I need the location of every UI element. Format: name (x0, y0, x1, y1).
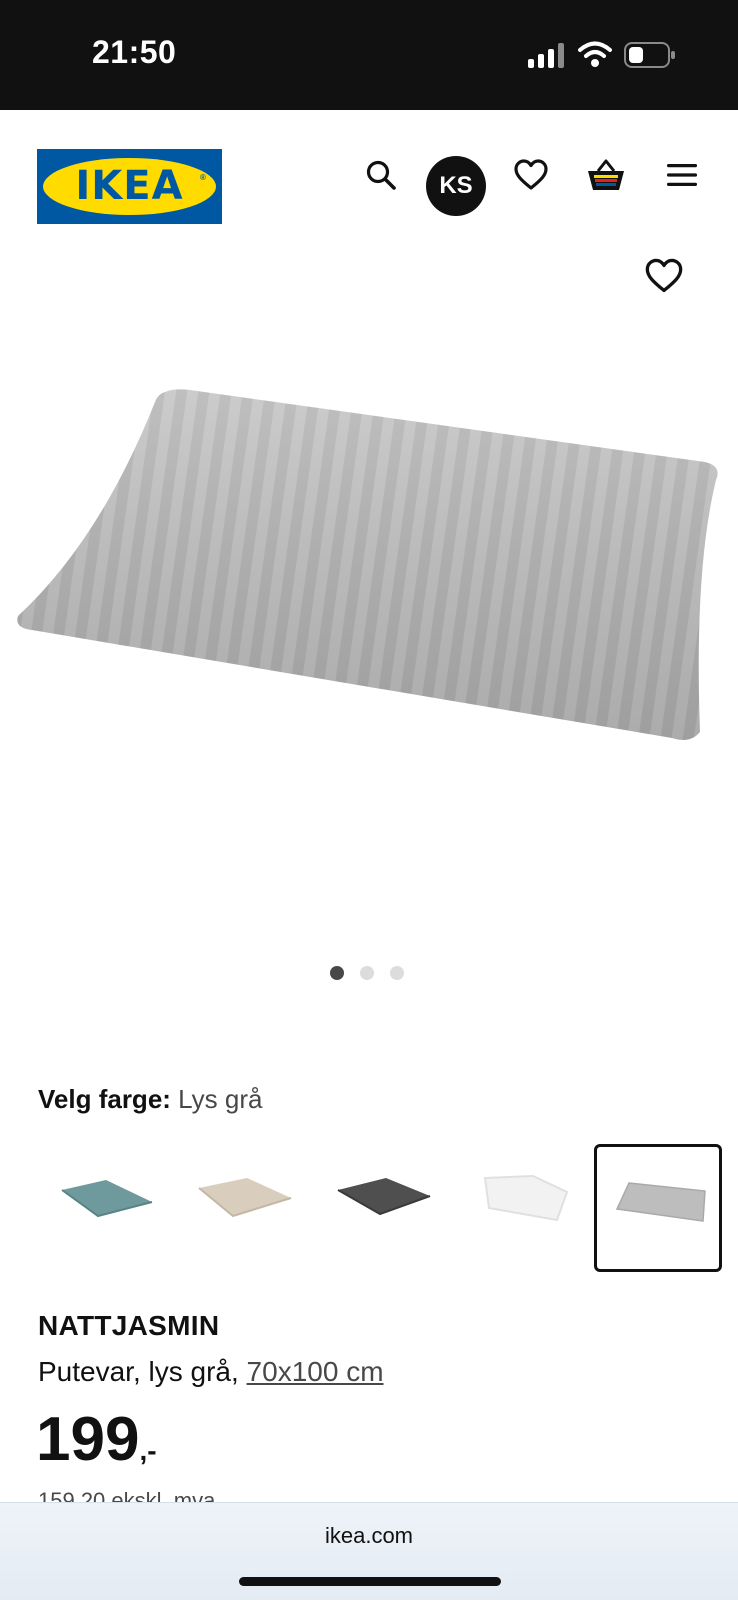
selected-color-value: Lys grå (178, 1084, 263, 1114)
gallery-dot[interactable] (390, 966, 404, 980)
color-selector-label: Velg farge: Lys grå (38, 1084, 262, 1115)
gallery-dot[interactable] (360, 966, 374, 980)
product-size-link[interactable]: 70x100 cm (247, 1356, 384, 1387)
registered-mark: ® (200, 173, 206, 182)
gallery-pagination-dots (330, 966, 404, 982)
battery-icon (624, 42, 676, 68)
browser-bottom-bar: ikea.com (0, 1502, 738, 1600)
price-suffix: ,- (139, 1435, 157, 1466)
ikea-logo[interactable]: IKEA ® (37, 149, 222, 224)
color-swatch[interactable] (177, 1144, 305, 1272)
color-swatch[interactable] (455, 1144, 583, 1272)
color-swatch[interactable] (38, 1144, 166, 1272)
wifi-icon (578, 40, 612, 68)
home-indicator[interactable] (239, 1577, 501, 1586)
color-swatch[interactable] (316, 1144, 444, 1272)
product-type-text: Putevar, lys grå, (38, 1356, 239, 1387)
product-image (17, 389, 718, 740)
cellular-signal-icon (528, 42, 566, 68)
search-icon[interactable] (361, 155, 401, 195)
gallery-dot[interactable] (330, 966, 344, 980)
site-header: IKEA ® (0, 110, 738, 240)
browser-url[interactable]: ikea.com (0, 1523, 738, 1549)
shopping-basket-icon[interactable] (586, 155, 626, 195)
product-description: Putevar, lys grå, 70x100 cm (38, 1356, 384, 1388)
product-image-gallery[interactable] (0, 240, 738, 1010)
product-name: NATTJASMIN (38, 1310, 220, 1341)
logo-text: IKEA (75, 163, 184, 209)
add-to-favorites-heart-icon[interactable] (644, 258, 684, 298)
status-bar: 21:50 (0, 0, 738, 110)
price-value: 199 (36, 1405, 140, 1474)
color-swatch-list (38, 1144, 728, 1272)
user-avatar[interactable]: KS (426, 156, 486, 216)
status-time: 21:50 (92, 34, 177, 70)
favorites-heart-icon[interactable] (511, 155, 551, 195)
product-price: 199,- (36, 1404, 157, 1475)
color-label-text: Velg farge: (38, 1084, 171, 1114)
color-swatch-selected[interactable] (594, 1144, 722, 1272)
menu-icon[interactable] (662, 155, 702, 195)
